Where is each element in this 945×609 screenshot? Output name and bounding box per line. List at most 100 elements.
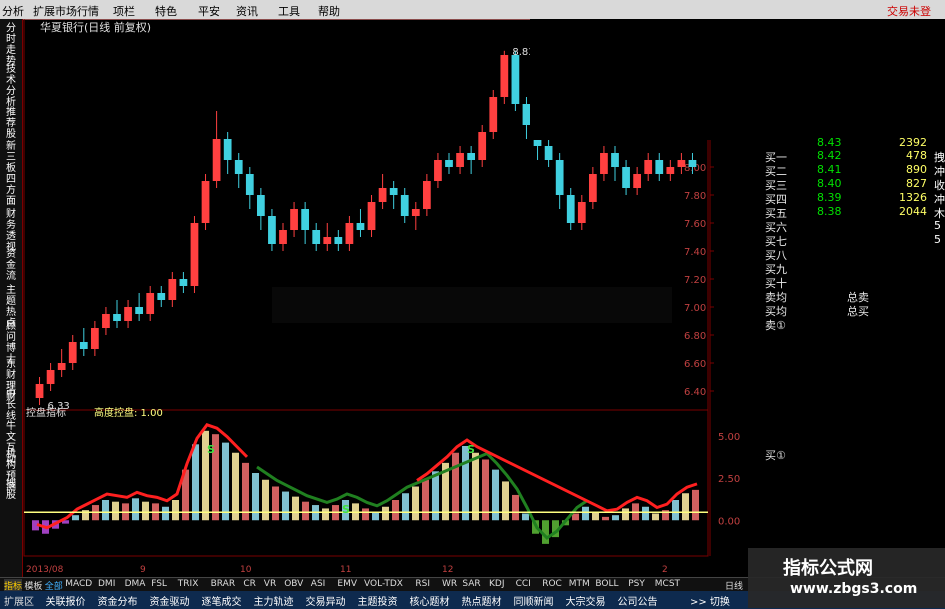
candle-body — [367, 202, 376, 230]
indicator-tab[interactable]: DMI — [98, 579, 115, 589]
candle-body — [113, 314, 121, 321]
indicator-bar — [602, 516, 609, 521]
left-tab[interactable]: 新三板 — [3, 141, 19, 174]
indicator-tab[interactable]: OBV — [284, 579, 303, 589]
trade-status[interactable]: 交易未登 — [887, 3, 931, 19]
candle-body — [57, 363, 66, 370]
indicator-tab[interactable]: CR — [243, 579, 256, 589]
candle-body — [301, 209, 310, 230]
left-tab[interactable]: 技术分析 — [3, 64, 19, 108]
extension-item[interactable]: 资金驱动 — [150, 593, 190, 608]
indicator-tab[interactable]: KDJ — [489, 579, 505, 589]
indicator-tab[interactable]: MTM — [569, 579, 590, 589]
extension-item[interactable]: 主力轨迹 — [254, 593, 294, 608]
menu-item[interactable]: 特色 — [155, 3, 177, 19]
indicator-tab[interactable]: SAR — [462, 579, 480, 589]
extension-item[interactable]: 关联报价 — [46, 593, 86, 608]
indicator-bar — [592, 511, 599, 521]
left-tab[interactable]: 财务透视 — [3, 209, 19, 253]
date-label: 10 — [240, 565, 252, 575]
indicator-tab[interactable]: TRIX — [178, 579, 199, 589]
date-label: 11 — [340, 565, 351, 575]
indicator-tab[interactable]: VR — [264, 579, 276, 589]
candle-body — [279, 230, 287, 244]
indicator-bar — [482, 459, 489, 521]
indicator-tab[interactable]: ASI — [311, 579, 326, 589]
indicator-tab[interactable]: PSY — [628, 579, 645, 589]
menu-bar: 分析 扩展市场行情 项栏 特色 平安 资讯 工具 帮助 交易未登 — [0, 0, 945, 20]
extension-item[interactable]: 公司公告 — [618, 593, 658, 608]
watermark: 指标公式网 www.zbgs3.com — [748, 548, 945, 608]
extension-item[interactable]: 逐笔成交 — [202, 593, 242, 608]
menu-item[interactable]: 帮助 — [318, 3, 340, 19]
indicator-tick-label: 2.50 — [718, 474, 740, 485]
extension-item[interactable]: 扩展区 — [4, 593, 34, 608]
date-label: 2 — [662, 565, 668, 575]
quote-row: 卖① — [762, 317, 945, 332]
indicator-bar — [612, 515, 619, 521]
candle-body — [102, 314, 110, 328]
quote-buy-one: 买① — [765, 449, 786, 462]
indicator-bar — [112, 501, 119, 521]
price-tick-label: 7.00 — [684, 303, 706, 314]
indicator-bar — [172, 500, 179, 521]
left-tab[interactable]: 推荐股 — [3, 107, 19, 140]
chart-title: 华夏银行(日线 前复权) — [40, 20, 151, 34]
left-tab[interactable]: 搜股 — [3, 479, 19, 501]
menu-item[interactable]: 项栏 — [113, 3, 135, 19]
indicator-bar — [302, 501, 309, 521]
quote-volume: 890 — [906, 163, 927, 176]
quote-row: 买三 8.40 827 收 — [762, 177, 945, 192]
candle-body — [190, 223, 199, 286]
indicator-tab[interactable]: ROC — [542, 579, 562, 589]
indicator-bar — [252, 473, 259, 521]
indicator-tab[interactable]: BRAR — [211, 579, 235, 589]
indicator-tab[interactable]: EMV — [337, 579, 357, 589]
indicator-tab[interactable]: BOLL — [595, 579, 618, 589]
indicator-bar — [72, 515, 79, 521]
candle-body — [179, 279, 188, 286]
candle-body — [290, 209, 298, 230]
candle-body — [666, 167, 675, 174]
indicator-tab[interactable]: DMA — [125, 579, 146, 589]
indicator-tab[interactable]: MACD — [65, 579, 92, 589]
left-tab[interactable]: 中长线 — [3, 389, 19, 422]
indicator-tab[interactable]: VOL-TDX — [364, 579, 403, 589]
menu-item[interactable]: 分析 — [2, 3, 24, 19]
indicator-tab[interactable]: WR — [442, 579, 457, 589]
extension-item[interactable]: 主题投资 — [358, 593, 398, 608]
indicator-bar — [392, 500, 399, 521]
date-label: 9 — [140, 565, 146, 575]
quote-price: 8.43 — [817, 136, 842, 149]
left-tab[interactable]: 资金流 — [3, 249, 19, 282]
extension-item[interactable]: 交易异动 — [306, 593, 346, 608]
indicator-tab[interactable]: MCST — [655, 579, 680, 589]
candle-body — [146, 293, 155, 314]
candle-body — [268, 216, 276, 244]
switch-button[interactable]: >> 切换 — [690, 593, 730, 608]
candle-body — [212, 139, 221, 181]
menu-item[interactable]: 资讯 — [236, 3, 258, 19]
watermark-title: 指标公式网 — [783, 558, 873, 579]
quote-row: 买五 8.38 2044 木 — [762, 205, 945, 220]
extension-item[interactable]: 资金分布 — [98, 593, 138, 608]
indicator-tab[interactable]: CCI — [516, 579, 531, 589]
extension-item[interactable]: 同顺新闻 — [514, 593, 554, 608]
extension-item[interactable]: 大宗交易 — [566, 593, 606, 608]
menu-item[interactable]: 平安 — [198, 3, 220, 19]
candle-body — [500, 55, 509, 97]
indicator-tab[interactable]: RSI — [415, 579, 430, 589]
menu-item[interactable]: 扩展市场行情 — [33, 3, 99, 19]
indicator-bar — [292, 496, 299, 521]
quote-panel: 8.43 2392 买一 8.42 478 拽买二 8.41 890 冲买三 8.40 827 收买四… — [762, 136, 945, 550]
candle-body — [633, 174, 642, 188]
sell-signal-marker: S — [467, 443, 475, 456]
extension-item[interactable]: 核心题材 — [410, 593, 450, 608]
indicator-bar — [282, 491, 289, 521]
indicator-tab[interactable]: FSL — [151, 579, 167, 589]
left-tab[interactable]: 分时走势 — [3, 23, 19, 67]
quote-price: 8.41 — [817, 163, 842, 176]
menu-item[interactable]: 工具 — [278, 3, 300, 19]
extension-item[interactable]: 热点题材 — [462, 593, 502, 608]
left-tab[interactable]: 四方面 — [3, 174, 19, 207]
